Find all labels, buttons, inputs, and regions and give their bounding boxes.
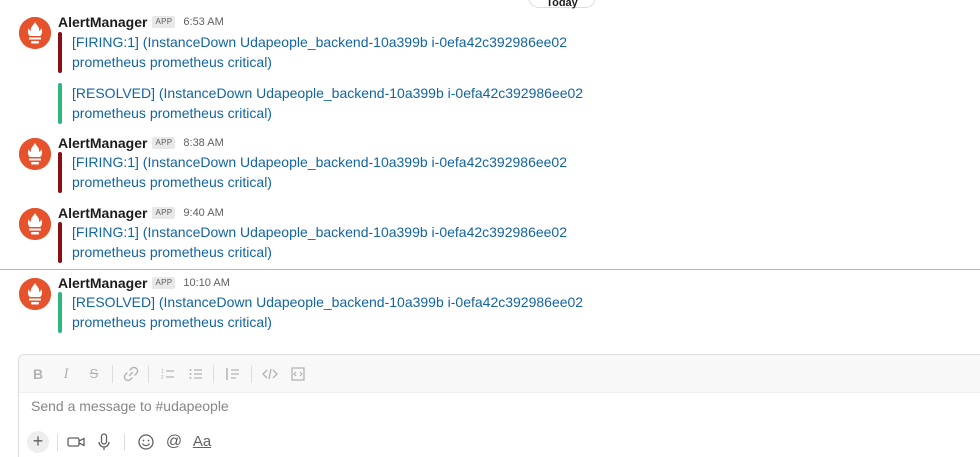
slack-channel-view: Today AlertManager APP 6:53 AM [FIRING:1… [0,0,980,457]
app-badge: APP [152,277,176,289]
alert-link[interactable]: [FIRING:1] (InstanceDown Udapeople_backe… [72,222,567,262]
new-messages-divider [0,269,980,270]
message-header: AlertManager APP 6:53 AM [58,13,224,31]
sender-name[interactable]: AlertManager [58,14,147,30]
alert-line-1[interactable]: [FIRING:1] (InstanceDown Udapeople_backe… [72,152,567,172]
resolved-status-bar [58,292,62,333]
prometheus-avatar[interactable] [19,278,51,310]
alert-line-1[interactable]: [FIRING:1] (InstanceDown Udapeople_backe… [72,222,567,242]
video-icon[interactable] [65,431,87,453]
svg-text:2: 2 [161,375,164,381]
microphone-icon[interactable] [93,431,115,453]
app-badge: APP [152,137,176,149]
plus-icon[interactable]: + [27,431,49,453]
mention-icon[interactable]: @ [163,431,185,453]
message-header: AlertManager APP 10:10 AM [58,274,230,292]
message-header: AlertManager APP 8:38 AM [58,134,224,152]
alert-attachment: [RESOLVED] (InstanceDown Udapeople_backe… [58,83,618,125]
message-timestamp[interactable]: 6:53 AM [183,16,223,28]
date-divider-pill[interactable]: Today [528,0,596,9]
toolbar-divider [213,365,214,383]
ordered-list-icon[interactable]: 12 [159,365,177,383]
toolbar-divider [112,365,113,383]
message-timestamp[interactable]: 9:40 AM [183,207,223,219]
link-icon[interactable] [122,365,140,383]
message-timestamp[interactable]: 8:38 AM [183,137,223,149]
alert-line-1[interactable]: [FIRING:1] (InstanceDown Udapeople_backe… [72,32,567,52]
italic-icon[interactable]: I [57,365,75,383]
resolved-status-bar [58,83,62,124]
firing-status-bar [58,222,62,263]
formatting-icon[interactable]: Aa [191,431,213,453]
prometheus-avatar[interactable] [19,17,51,49]
emoji-icon[interactable] [135,431,157,453]
prometheus-avatar[interactable] [19,138,51,170]
alert-line-2[interactable]: prometheus prometheus critical) [72,242,567,262]
message-timestamp[interactable]: 10:10 AM [183,277,229,289]
message-header: AlertManager APP 9:40 AM [58,204,224,222]
prometheus-avatar[interactable] [19,208,51,240]
alert-line-1[interactable]: [RESOLVED] (InstanceDown Udapeople_backe… [72,83,583,103]
code-icon[interactable] [261,365,279,383]
message-input[interactable]: Send a message to #udapeople [31,398,229,414]
composer-actions: + @ Aa [19,431,980,455]
blockquote-icon[interactable] [224,365,242,383]
alert-line-2[interactable]: prometheus prometheus critical) [72,103,583,123]
code-block-icon[interactable] [289,365,307,383]
alert-attachment: [FIRING:1] (InstanceDown Udapeople_backe… [58,152,618,194]
message-composer: B I S 12 Send a message to #udapeople + … [18,354,980,457]
firing-status-bar [58,32,62,73]
toolbar-divider [57,434,58,451]
toolbar-divider [124,434,125,451]
strikethrough-icon[interactable]: S [85,365,103,383]
app-badge: APP [152,207,176,219]
app-badge: APP [152,16,176,28]
alert-line-1[interactable]: [RESOLVED] (InstanceDown Udapeople_backe… [72,292,583,312]
bold-icon[interactable]: B [29,365,47,383]
alert-link[interactable]: [FIRING:1] (InstanceDown Udapeople_backe… [72,32,567,72]
sender-name[interactable]: AlertManager [58,205,147,221]
alert-link[interactable]: [RESOLVED] (InstanceDown Udapeople_backe… [72,83,583,123]
alert-link[interactable]: [RESOLVED] (InstanceDown Udapeople_backe… [72,292,583,332]
alert-attachment: [RESOLVED] (InstanceDown Udapeople_backe… [58,292,618,334]
alert-line-2[interactable]: prometheus prometheus critical) [72,52,567,72]
alert-attachment: [FIRING:1] (InstanceDown Udapeople_backe… [58,32,618,74]
alert-line-2[interactable]: prometheus prometheus critical) [72,312,583,332]
alert-line-2[interactable]: prometheus prometheus critical) [72,172,567,192]
alert-attachment: [FIRING:1] (InstanceDown Udapeople_backe… [58,222,618,264]
sender-name[interactable]: AlertManager [58,135,147,151]
firing-status-bar [58,152,62,193]
sender-name[interactable]: AlertManager [58,275,147,291]
alert-link[interactable]: [FIRING:1] (InstanceDown Udapeople_backe… [72,152,567,192]
toolbar-divider [148,365,149,383]
toolbar-divider [251,365,252,383]
formatting-toolbar: B I S 12 [19,355,980,393]
bulleted-list-icon[interactable] [187,365,205,383]
